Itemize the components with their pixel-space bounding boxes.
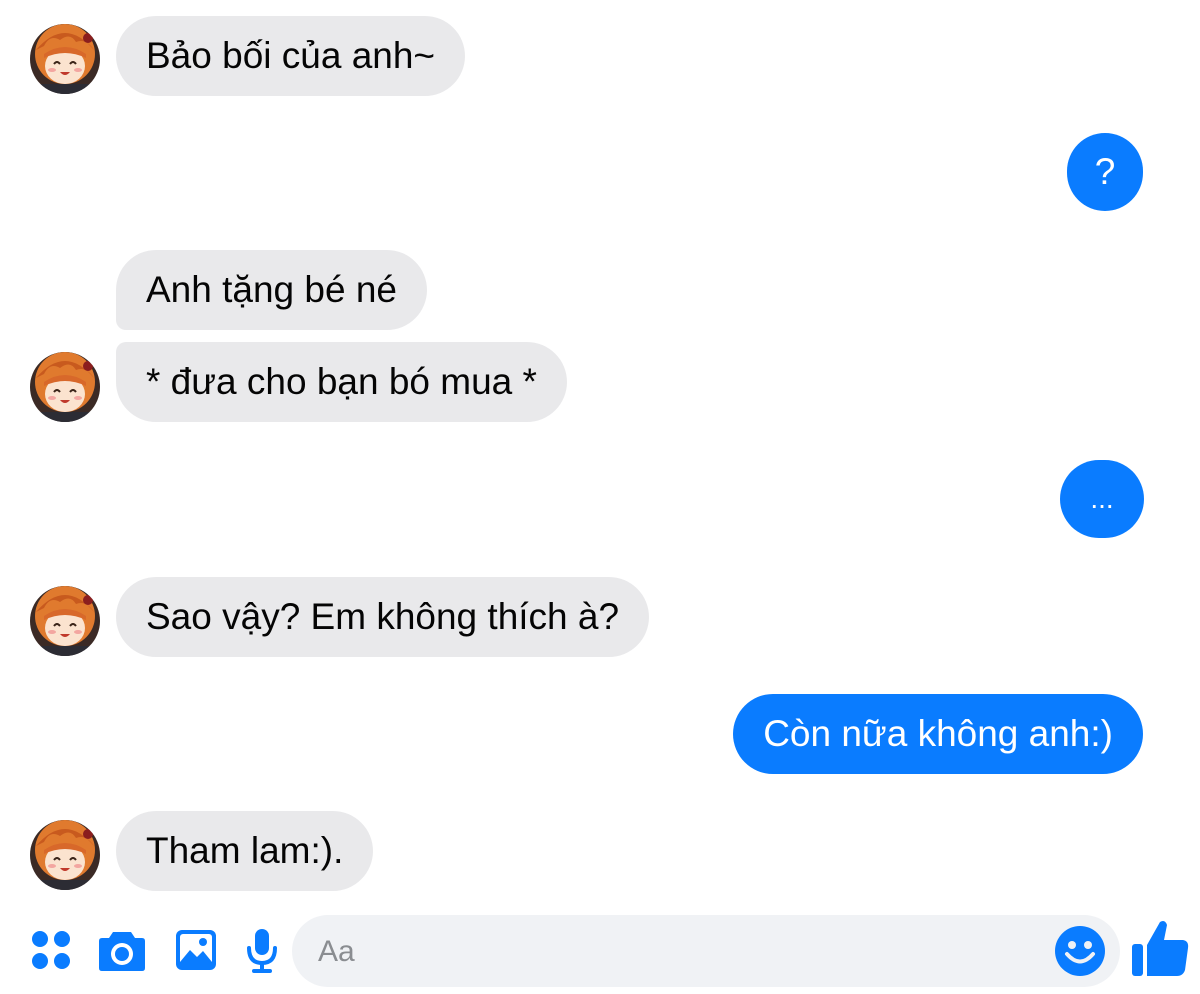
emoji-icon[interactable]: [1054, 925, 1106, 982]
message-bubble-outgoing[interactable]: ...: [1060, 460, 1144, 538]
gallery-icon[interactable]: [175, 928, 217, 977]
chat-screen: Bảo bối của anh~ ? Anh tặng bé né * đưa …: [0, 0, 1200, 994]
message-bubble-incoming[interactable]: Anh tặng bé né: [116, 250, 427, 330]
message-bubble-incoming[interactable]: Bảo bối của anh~: [116, 16, 466, 96]
message-bubble-outgoing[interactable]: ?: [1067, 133, 1143, 211]
message-bubble-incoming[interactable]: * đưa cho bạn bó mua *: [116, 342, 567, 422]
contact-avatar[interactable]: [30, 586, 100, 656]
contact-avatar[interactable]: [30, 352, 100, 422]
contact-avatar[interactable]: [30, 820, 100, 890]
camera-icon[interactable]: [98, 928, 146, 977]
contact-avatar[interactable]: [30, 24, 100, 94]
message-composer: [0, 910, 1200, 994]
message-bubble-outgoing[interactable]: Còn nữa không anh:): [733, 694, 1143, 774]
message-input-container: [292, 915, 1120, 989]
message-bubble-incoming[interactable]: Tham lam:).: [116, 811, 374, 891]
message-input[interactable]: [316, 915, 1040, 989]
microphone-icon[interactable]: [246, 928, 278, 979]
message-bubble-incoming[interactable]: Sao vậy? Em không thích à?: [116, 577, 650, 657]
apps-icon[interactable]: [31, 930, 71, 975]
like-icon[interactable]: [1130, 918, 1190, 983]
